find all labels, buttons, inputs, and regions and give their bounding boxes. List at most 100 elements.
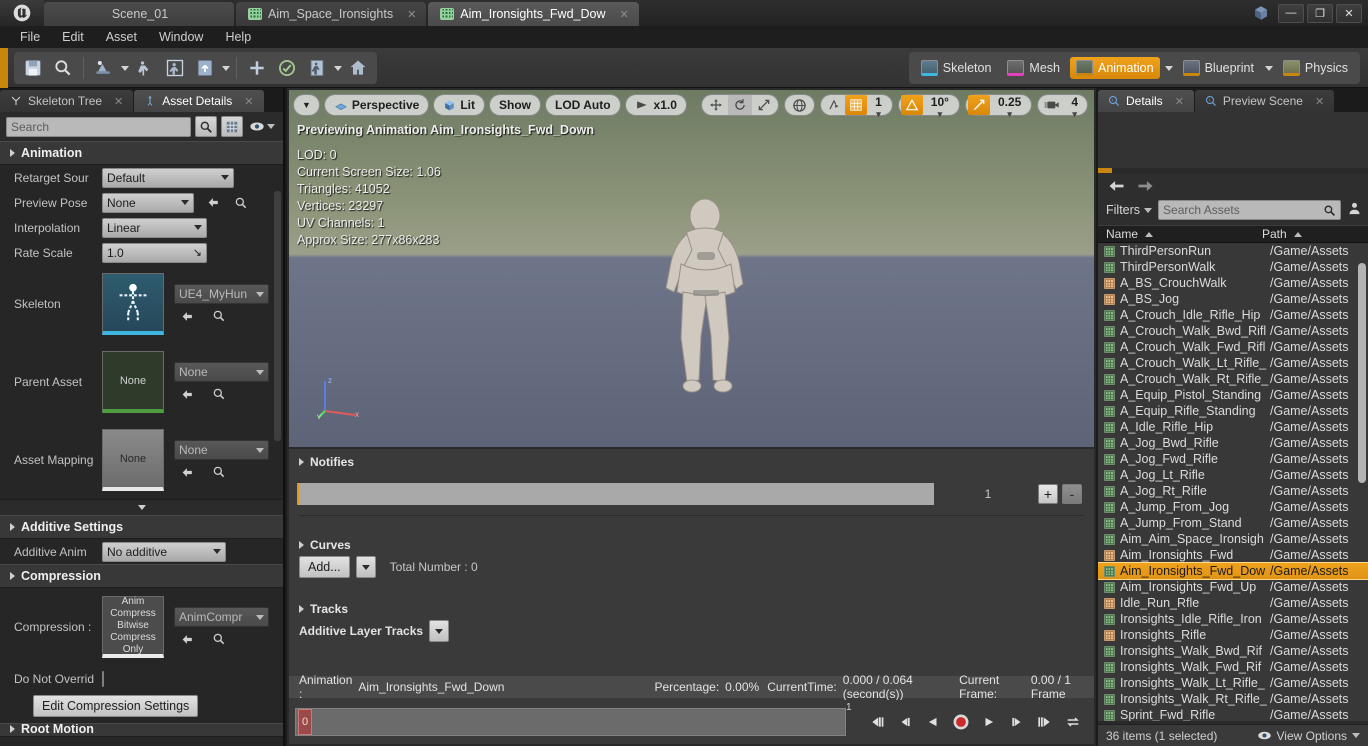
asset-row[interactable]: A_Jump_From_Jog/Game/Assets: [1098, 499, 1368, 515]
use-selected-asset-icon[interactable]: [204, 195, 222, 211]
left-panel-scrollbar[interactable]: [274, 191, 281, 441]
asset-row[interactable]: Aim_Ironsights_Fwd/Game/Assets: [1098, 547, 1368, 563]
expand-more-button[interactable]: [0, 499, 283, 515]
animation-viewport[interactable]: ▼ Perspective Lit Show LOD Auto x1.0 1 ▾…: [289, 90, 1094, 447]
close-icon[interactable]: ✕: [244, 95, 253, 108]
asset-row[interactable]: A_Idle_Rifle_Hip/Game/Assets: [1098, 419, 1368, 435]
import-asset-icon[interactable]: [191, 55, 219, 81]
asset-row[interactable]: Ironsights_Walk_Fwd_Rif/Game/Assets: [1098, 659, 1368, 675]
asset-row[interactable]: Sprint_Fwd_Rifle/Game/Assets: [1098, 707, 1368, 721]
drag-handle-icon[interactable]: ↘: [193, 246, 202, 259]
reimport-asset-icon[interactable]: [161, 55, 189, 81]
display-options-icon[interactable]: [221, 116, 243, 137]
viewport-lod-button[interactable]: LOD Auto: [544, 94, 621, 116]
additive-anim-combo[interactable]: No additive: [102, 541, 226, 562]
chevron-down-icon[interactable]: [1164, 65, 1173, 71]
scale-tool-icon[interactable]: [752, 95, 776, 115]
view-options-button[interactable]: View Options: [1257, 729, 1360, 743]
add-icon[interactable]: [243, 55, 271, 81]
asset-row[interactable]: Aim_Aim_Space_Ironsigh/Game/Assets: [1098, 531, 1368, 547]
create-asset-icon[interactable]: [90, 55, 118, 81]
cube-icon[interactable]: [1244, 0, 1278, 26]
curves-header[interactable]: Curves: [289, 516, 1094, 556]
forward-icon[interactable]: [1137, 179, 1154, 196]
home-icon[interactable]: [344, 55, 372, 81]
skeleton-combo[interactable]: UE4_MyHun: [174, 284, 269, 304]
column-header-name[interactable]: Name: [1098, 227, 1258, 241]
asset-row[interactable]: A_Crouch_Walk_Bwd_Rifl/Game/Assets: [1098, 323, 1368, 339]
asset-mapping-combo[interactable]: None: [174, 440, 269, 460]
use-selected-asset-icon[interactable]: [178, 464, 196, 480]
use-selected-asset-icon[interactable]: [178, 386, 196, 402]
compression-scheme-thumbnail[interactable]: Anim Compress Bitwise Compress Only: [102, 596, 164, 658]
asset-mapping-thumbnail[interactable]: None: [102, 429, 164, 491]
use-selected-asset-icon[interactable]: [178, 631, 196, 647]
tab-preview-scene[interactable]: i Preview Scene ✕: [1194, 90, 1335, 112]
find-in-content-browser-icon[interactable]: [49, 55, 77, 81]
compression-scheme-combo[interactable]: AnimCompr: [174, 607, 269, 627]
asset-row[interactable]: A_Jog_Bwd_Rifle/Game/Assets: [1098, 435, 1368, 451]
column-header-path[interactable]: Path: [1258, 227, 1368, 241]
grid-snap-value[interactable]: 1 ▾: [867, 95, 890, 119]
loop-icon[interactable]: [1064, 713, 1082, 731]
do-not-override-checkbox[interactable]: [102, 670, 104, 687]
additive-layer-tracks-dropdown[interactable]: [429, 620, 450, 642]
tab-details[interactable]: i Details ✕: [1098, 90, 1194, 112]
menu-item-file[interactable]: File: [10, 28, 50, 46]
rate-scale-input[interactable]: 1.0 ↘: [102, 242, 207, 263]
chevron-down-icon[interactable]: [222, 65, 230, 71]
viewport-viewmode-button[interactable]: Lit: [433, 94, 485, 116]
rotation-snap-toggle[interactable]: [900, 95, 923, 115]
menu-item-asset[interactable]: Asset: [96, 28, 147, 46]
camera-icon[interactable]: [1040, 95, 1064, 115]
filters-button[interactable]: Filters: [1106, 203, 1153, 217]
parent-asset-combo[interactable]: None: [174, 362, 269, 382]
add-curve-button[interactable]: Add...: [299, 556, 350, 578]
search-assets-input[interactable]: Search Assets: [1158, 200, 1341, 220]
add-curve-dropdown-button[interactable]: [355, 556, 376, 578]
asset-row[interactable]: A_BS_Jog/Game/Assets: [1098, 291, 1368, 307]
section-animation-header[interactable]: Animation: [0, 141, 283, 165]
asset-row[interactable]: A_Jog_Lt_Rifle/Game/Assets: [1098, 467, 1368, 483]
title-tab-aim-space-ironsights[interactable]: Aim_Space_Ironsights ✕: [236, 2, 427, 26]
browse-asset-icon[interactable]: [210, 308, 228, 324]
asset-row[interactable]: Ironsights_Walk_Rt_Rifle_/Game/Assets: [1098, 691, 1368, 707]
grid-snap-toggle[interactable]: [845, 95, 868, 115]
close-button[interactable]: ✕: [1336, 3, 1362, 23]
asset-list[interactable]: ThirdPersonRun/Game/Assets ThirdPersonWal…: [1098, 243, 1368, 721]
title-tab-aim-ironsights-fwd-down[interactable]: Aim_Ironsights_Fwd_Dow ✕: [428, 2, 639, 26]
play-reverse-icon[interactable]: [924, 713, 942, 731]
scale-snap-value[interactable]: 0.25 ▾: [990, 95, 1029, 119]
playhead[interactable]: 0: [298, 709, 312, 735]
world-space-icon[interactable]: [787, 95, 812, 115]
tab-skeleton-tree[interactable]: Skeleton Tree ✕: [0, 90, 134, 112]
back-icon[interactable]: [1108, 179, 1125, 196]
asset-list-scrollbar[interactable]: [1358, 263, 1366, 483]
viewport-perspective-button[interactable]: Perspective: [323, 94, 430, 116]
apply-compression-icon[interactable]: [131, 55, 159, 81]
preview-mesh-icon[interactable]: [303, 55, 331, 81]
retarget-source-combo[interactable]: Default: [102, 167, 234, 188]
notifies-header[interactable]: Notifies: [289, 449, 1094, 473]
scale-snap-toggle[interactable]: [967, 95, 990, 115]
tracks-header[interactable]: Tracks: [289, 578, 1094, 620]
asset-row[interactable]: A_Crouch_Idle_Rifle_Hip/Game/Assets: [1098, 307, 1368, 323]
asset-row[interactable]: Aim_Ironsights_Fwd_Up/Game/Assets: [1098, 579, 1368, 595]
asset-row[interactable]: A_Jog_Rt_Rifle/Game/Assets: [1098, 483, 1368, 499]
camera-speed-value[interactable]: 4 ▾: [1064, 95, 1085, 119]
skeleton-thumbnail[interactable]: [102, 273, 164, 335]
asset-row[interactable]: A_BS_CrouchWalk/Game/Assets: [1098, 275, 1368, 291]
mode-mesh[interactable]: Mesh: [1001, 57, 1066, 79]
timeline-scrubber[interactable]: 0: [295, 708, 846, 736]
asset-row[interactable]: Ironsights_Rifle/Game/Assets: [1098, 627, 1368, 643]
asset-row[interactable]: A_Equip_Rifle_Standing/Game/Assets: [1098, 403, 1368, 419]
save-icon[interactable]: [19, 55, 47, 81]
search-icon[interactable]: [195, 116, 217, 137]
asset-row[interactable]: Idle_Run_Rfle/Game/Assets: [1098, 595, 1368, 611]
translate-tool-icon[interactable]: [704, 95, 728, 115]
asset-row[interactable]: A_Jump_From_Stand/Game/Assets: [1098, 515, 1368, 531]
mode-animation[interactable]: Animation: [1069, 57, 1160, 79]
maximize-button[interactable]: ❐: [1307, 3, 1333, 23]
record-icon[interactable]: [952, 713, 970, 731]
menu-item-window[interactable]: Window: [149, 28, 213, 46]
